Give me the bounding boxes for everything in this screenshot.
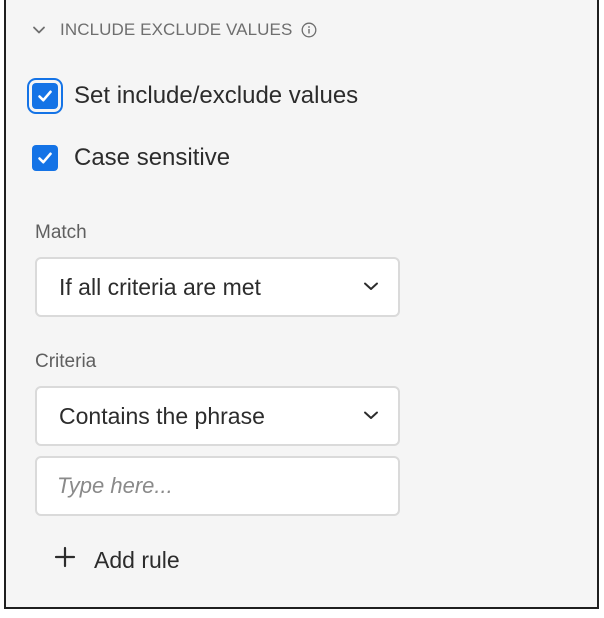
criteria-label: Criteria [35, 351, 97, 372]
include-exclude-panel: INCLUDE EXCLUDE VALUES Set include/exclu… [4, 0, 599, 609]
criteria-picker-value: Contains the phrase [59, 402, 265, 429]
set-include-exclude-row[interactable]: Set include/exclude values [32, 82, 358, 110]
case-sensitive-row[interactable]: Case sensitive [32, 144, 230, 172]
set-include-exclude-label[interactable]: Set include/exclude values [74, 82, 358, 110]
plus-icon [54, 546, 76, 574]
chevron-down-icon[interactable] [30, 21, 48, 39]
checkmark-icon [38, 90, 52, 102]
case-sensitive-label[interactable]: Case sensitive [74, 144, 230, 172]
criteria-picker[interactable]: Contains the phrase [35, 386, 400, 446]
match-picker[interactable]: If all criteria are met [35, 257, 400, 317]
match-picker-value: If all criteria are met [59, 273, 261, 300]
section-header[interactable]: INCLUDE EXCLUDE VALUES [30, 20, 318, 40]
match-label: Match [35, 222, 87, 243]
set-include-exclude-checkbox[interactable] [32, 83, 58, 109]
chevron-down-icon [362, 403, 380, 430]
checkmark-icon [38, 152, 52, 164]
section-title: INCLUDE EXCLUDE VALUES [60, 20, 293, 39]
add-rule-button[interactable]: Add rule [54, 546, 180, 574]
chevron-down-icon [362, 274, 380, 301]
case-sensitive-checkbox[interactable] [32, 145, 58, 171]
criteria-text-input[interactable] [35, 456, 400, 516]
info-icon[interactable] [300, 21, 318, 39]
add-rule-label: Add rule [94, 546, 180, 573]
